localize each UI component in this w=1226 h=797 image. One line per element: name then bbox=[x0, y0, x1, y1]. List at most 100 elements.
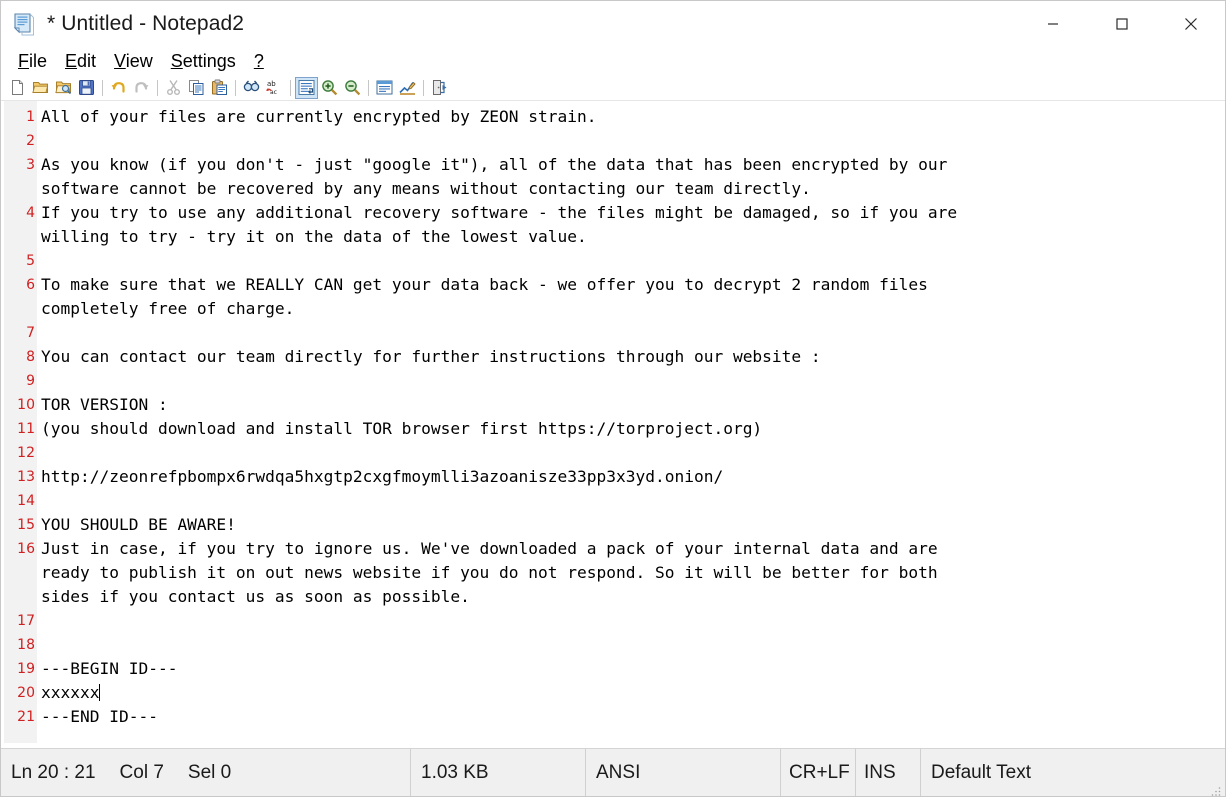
line-number-continuation bbox=[1, 225, 37, 249]
open-file-button[interactable] bbox=[29, 77, 52, 99]
code-line: All of your files are currently encrypte… bbox=[41, 105, 1225, 129]
undo-icon bbox=[110, 79, 127, 96]
copy-icon bbox=[188, 79, 205, 96]
svg-text:ab: ab bbox=[267, 80, 276, 88]
code-line-text: To make sure that we REALLY CAN get your… bbox=[41, 275, 928, 294]
zoom-in-button[interactable] bbox=[318, 77, 341, 99]
line-number: 5 bbox=[26, 253, 35, 269]
resize-grip-icon[interactable] bbox=[1210, 781, 1222, 796]
line-number: 20 bbox=[17, 685, 35, 701]
code-line: To make sure that we REALLY CAN get your… bbox=[41, 273, 1225, 297]
line-number: 9 bbox=[26, 373, 35, 389]
line-number: 14 bbox=[17, 493, 35, 509]
copy-button[interactable] bbox=[185, 77, 208, 99]
save-file-icon bbox=[78, 79, 95, 96]
window-title: * Untitled - Notepad2 bbox=[47, 12, 245, 35]
replace-button[interactable]: ab ac bbox=[263, 77, 286, 99]
save-file-button[interactable] bbox=[75, 77, 98, 99]
code-line-text: All of your files are currently encrypte… bbox=[41, 107, 597, 126]
zoom-in-icon bbox=[321, 79, 338, 96]
menu-view[interactable]: View bbox=[105, 51, 162, 71]
code-line: Just in case, if you try to ignore us. W… bbox=[41, 537, 1225, 561]
text-cursor bbox=[99, 684, 101, 701]
maximize-button[interactable] bbox=[1087, 1, 1156, 47]
line-number: 10 bbox=[17, 397, 35, 413]
redo-button[interactable] bbox=[130, 77, 153, 99]
zoom-out-button[interactable] bbox=[341, 77, 364, 99]
status-encoding[interactable]: ANSI bbox=[586, 749, 781, 796]
undo-button[interactable] bbox=[107, 77, 130, 99]
code-line: You can contact our team directly for fu… bbox=[41, 345, 1225, 369]
toolbar: ab ac bbox=[1, 75, 1225, 101]
code-line-text: As you know (if you don't - just "google… bbox=[41, 155, 948, 174]
toolbar-separator bbox=[157, 79, 158, 96]
cut-button[interactable] bbox=[162, 77, 185, 99]
line-number: 21 bbox=[17, 709, 35, 725]
line-number: 11 bbox=[17, 421, 35, 437]
code-area[interactable]: All of your files are currently encrypte… bbox=[38, 101, 1225, 743]
paste-icon bbox=[211, 79, 228, 96]
exit-icon bbox=[431, 79, 448, 96]
line-number: 2 bbox=[26, 133, 35, 149]
code-line: software cannot be recovered by any mean… bbox=[41, 177, 1225, 201]
browse-file-button[interactable] bbox=[52, 77, 75, 99]
menu-accelerator: F bbox=[18, 51, 29, 71]
code-line: (you should download and install TOR bro… bbox=[41, 417, 1225, 441]
code-line: ---END ID--- bbox=[41, 705, 1225, 729]
code-line-text: TOR VERSION : bbox=[41, 395, 168, 414]
line-number: 13 bbox=[17, 469, 35, 485]
open-file-icon bbox=[32, 79, 49, 96]
line-number: 12 bbox=[17, 445, 35, 461]
code-line: YOU SHOULD BE AWARE! bbox=[41, 513, 1225, 537]
cut-icon bbox=[165, 79, 182, 96]
code-line-text: Just in case, if you try to ignore us. W… bbox=[41, 539, 938, 558]
menu-edit[interactable]: Edit bbox=[56, 51, 105, 71]
code-line-text: completely free of charge. bbox=[41, 299, 295, 318]
line-number: 1 bbox=[26, 109, 35, 125]
line-number: 4 bbox=[26, 205, 35, 221]
close-button[interactable] bbox=[1156, 1, 1225, 47]
toolbar-separator bbox=[423, 79, 424, 96]
status-scheme[interactable]: Default Text bbox=[921, 749, 1225, 796]
menu-accelerator: E bbox=[65, 51, 78, 71]
toolbar-separator bbox=[290, 79, 291, 96]
scheme-options-button[interactable] bbox=[396, 77, 419, 99]
toolbar-separator bbox=[102, 79, 103, 96]
line-number: 15 bbox=[17, 517, 35, 533]
new-file-button[interactable] bbox=[6, 77, 29, 99]
minimize-button[interactable] bbox=[1018, 1, 1087, 47]
code-line: ready to publish it on out news website … bbox=[41, 561, 1225, 585]
code-line: http://zeonrefpbompx6rwdqa5hxgtp2cxgfmoy… bbox=[41, 465, 1225, 489]
paste-button[interactable] bbox=[208, 77, 231, 99]
redo-icon bbox=[133, 79, 150, 96]
toolbar-separator bbox=[235, 79, 236, 96]
code-line-text: sides if you contact us as soon as possi… bbox=[41, 587, 470, 606]
code-line-text: ---END ID--- bbox=[41, 707, 158, 726]
toolbar-separator bbox=[368, 79, 369, 96]
code-line-text: http://zeonrefpbompx6rwdqa5hxgtp2cxgfmoy… bbox=[41, 467, 724, 486]
menu-help[interactable]: ? bbox=[245, 51, 273, 71]
code-line: ---BEGIN ID--- bbox=[41, 657, 1225, 681]
word-wrap-button[interactable] bbox=[295, 76, 318, 99]
find-button[interactable] bbox=[240, 77, 263, 99]
menu-label: iew bbox=[125, 51, 153, 71]
status-insert-mode[interactable]: INS bbox=[856, 749, 921, 796]
menu-settings[interactable]: Settings bbox=[162, 51, 245, 71]
scheme-button[interactable] bbox=[373, 77, 396, 99]
menu-file[interactable]: File bbox=[9, 51, 56, 71]
line-number-continuation bbox=[1, 561, 37, 585]
exit-button[interactable] bbox=[428, 77, 451, 99]
menu-label: ile bbox=[29, 51, 48, 71]
status-line-endings[interactable]: CR+LF bbox=[781, 749, 856, 796]
text-editor[interactable]: 1 2 3 4 5 6 7 8 9 10 11 12 13 14 15 16 17 18 19 20 21 All of… bbox=[1, 101, 1225, 743]
code-line: completely free of charge. bbox=[41, 297, 1225, 321]
code-line-text: software cannot be recovered by any mean… bbox=[41, 179, 811, 198]
line-number-gutter: 1 2 3 4 5 6 7 8 9 10 11 12 13 14 15 16 17 18 19 20 21 bbox=[1, 101, 38, 743]
line-number: 19 bbox=[17, 661, 35, 677]
zoom-out-icon bbox=[344, 79, 361, 96]
code-line: If you try to use any additional recover… bbox=[41, 201, 1225, 225]
